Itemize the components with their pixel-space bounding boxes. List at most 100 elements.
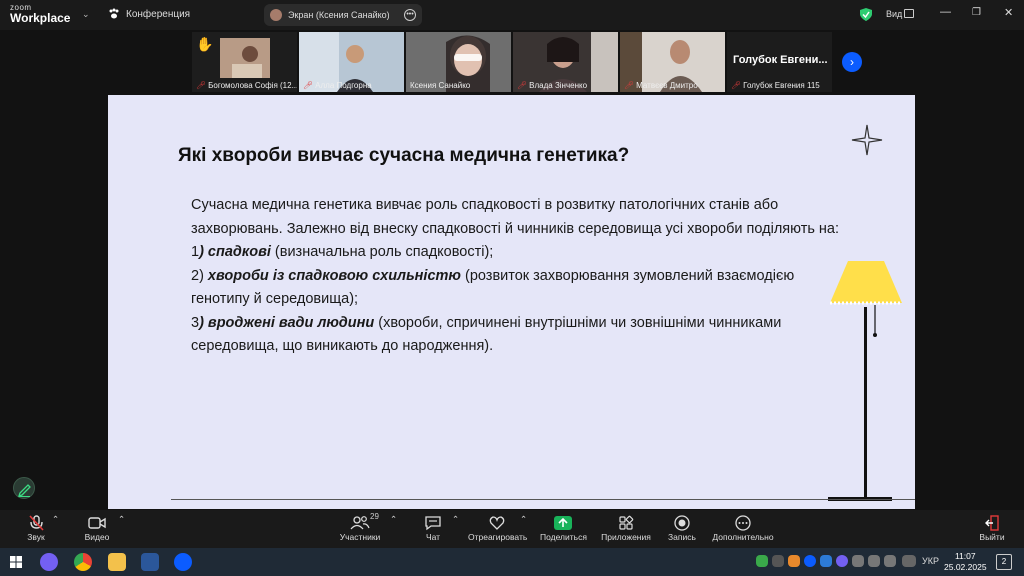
notifications-icon[interactable]: 2 [996,554,1012,570]
mic-muted-icon: 🎤︎ [731,81,742,90]
chevron-up-icon[interactable]: ⌃ [520,514,527,525]
participants-count: 29 [370,512,379,521]
mic-muted-icon: 🎤︎ [517,81,528,90]
participant-tile[interactable]: Голубок Евгени... 🎤︎ Голубок Евгения 115 [727,32,832,92]
list-desc: (визначальна роль спадковості); [270,244,494,260]
react-label: Отреагировать [468,532,528,542]
network-icon[interactable] [852,555,864,567]
meeting-info[interactable]: Конференция [108,8,190,20]
tray-app-icon[interactable] [788,555,800,567]
chat-button[interactable]: Чат [422,514,444,542]
participant-name: Влада Зінченко [529,81,588,90]
bluetooth-icon[interactable] [820,555,832,567]
more-button[interactable]: Дополнительно [712,514,774,542]
chevron-down-icon[interactable]: ⌄ [82,9,92,19]
apps-label: Приложения [601,532,651,542]
participant-name: Богомолова Софія (12... [208,81,297,90]
top-bar: zoom Workplace ⌄ Конференция Экран (Ксен… [0,0,1024,30]
mic-off-icon [29,515,44,531]
meeting-label: Конференция [126,8,191,20]
tray-viber-icon[interactable] [836,555,848,567]
paw-icon [109,8,119,19]
camera-icon [88,517,106,529]
video-button[interactable]: Видео [82,514,112,542]
participant-tile[interactable]: 🎤︎ Матвєєв Дмитро [620,32,725,92]
shield-icon[interactable] [860,8,872,21]
participant-name: Голубок Евгения 115 [743,81,820,90]
brand-big: Workplace [10,11,71,25]
slide-title: Які хвороби вивчає сучасна медична генет… [178,145,630,166]
word-icon[interactable] [141,553,159,571]
shared-slide: Які хвороби вивчає сучасна медична генет… [108,95,915,509]
screen-share-label: Экран (Ксения Санайко) [288,10,390,20]
audio-label: Звук [27,532,45,542]
slide-intro: Сучасна медична генетика вивчає роль спа… [191,197,840,237]
close-icon[interactable]: ✕ [1004,6,1013,19]
viber-icon[interactable] [40,553,58,571]
annotate-pencil-icon[interactable] [13,477,35,499]
chrome-icon[interactable] [74,553,92,571]
minimize-icon[interactable]: — [940,6,951,18]
participant-tile[interactable]: 🎤︎ Влада Зінченко [513,32,618,92]
list-number: 3 [191,314,200,331]
zoom-app-icon[interactable] [174,553,192,571]
leave-label: Выйти [979,532,1005,542]
participant-name: Матвєєв Дмитро [636,81,698,90]
list-number: 1 [191,244,200,260]
battery-icon[interactable] [884,555,896,567]
chevron-up-icon[interactable]: ⌃ [452,514,459,525]
share-label: Поделиться [540,532,587,542]
apps-button[interactable]: Приложения [600,514,652,542]
floor-lamp-illustration [828,261,902,501]
mic-muted-icon: 🎤︎ [196,81,207,90]
keyboard-icon[interactable] [902,555,916,567]
record-icon [674,515,690,531]
list-term: ) вроджені вади людини [199,314,375,331]
restore-icon[interactable]: ❐ [972,7,981,18]
raised-hand-icon: ✋ [196,36,214,52]
participant-tile[interactable]: 🎤︎ Алла Подгорна [299,32,404,92]
participants-icon [350,516,370,530]
leave-button[interactable]: Выйти [978,514,1006,542]
list-term: ) спадкові [199,244,271,260]
heart-icon [489,516,505,530]
chevron-up-icon[interactable]: ⌃ [52,514,59,525]
share-button[interactable]: Поделиться [540,514,587,542]
view-layout-icon[interactable] [904,9,914,18]
react-button[interactable]: Отреагировать [468,514,528,542]
language-indicator[interactable]: УКР [922,556,939,566]
participant-tile-active[interactable]: Ксения Санайко [406,32,511,92]
chat-label: Чат [425,532,441,542]
more-label: Дополнительно [712,532,774,542]
slide-body: Сучасна медична генетика вивчає роль спа… [191,194,851,359]
file-explorer-icon[interactable] [108,553,126,571]
participant-name: Алла Подгорна [315,81,372,90]
windows-start-icon[interactable] [10,556,22,568]
tray-zoom-icon[interactable] [804,555,816,567]
meeting-toolbar: Звук ⌃ Видео ⌃ Участники 29 ⌃ Чат ⌃ Отре… [0,510,1024,548]
participant-tile[interactable]: ✋ 🎤︎ Богомолова Софія (12... [192,32,297,92]
more-icon[interactable]: ••• [404,9,416,21]
clock-time: 11:07 [954,551,976,561]
system-clock[interactable]: 11:07 25.02.2025 [944,551,987,573]
volume-icon[interactable] [868,555,880,567]
record-label: Запись [668,532,696,542]
record-button[interactable]: Запись [666,514,698,542]
avatar [270,9,282,21]
clock-date: 25.02.2025 [944,562,987,572]
video-label: Видео [84,532,110,542]
leave-icon [985,515,999,531]
chevron-up-icon[interactable]: ⌃ [390,514,397,525]
mic-muted-icon: 🎤︎ [624,81,635,90]
tray-app-icon[interactable] [756,555,768,567]
tray-app-icon[interactable] [772,555,784,567]
screen-share-pill[interactable]: Экран (Ксения Санайко) ••• [264,4,422,26]
next-page-arrow-icon[interactable]: › [842,52,862,72]
chevron-up-icon[interactable]: ⌃ [118,514,125,525]
audio-button[interactable]: Звук [22,514,50,542]
os-taskbar: УКР 11:07 25.02.2025 2 [0,548,1024,576]
participants-label: Участники [339,532,381,542]
list-number: 2) [191,267,208,284]
view-button[interactable]: Вид [886,9,902,19]
participant-name: Ксения Санайко [410,81,471,90]
